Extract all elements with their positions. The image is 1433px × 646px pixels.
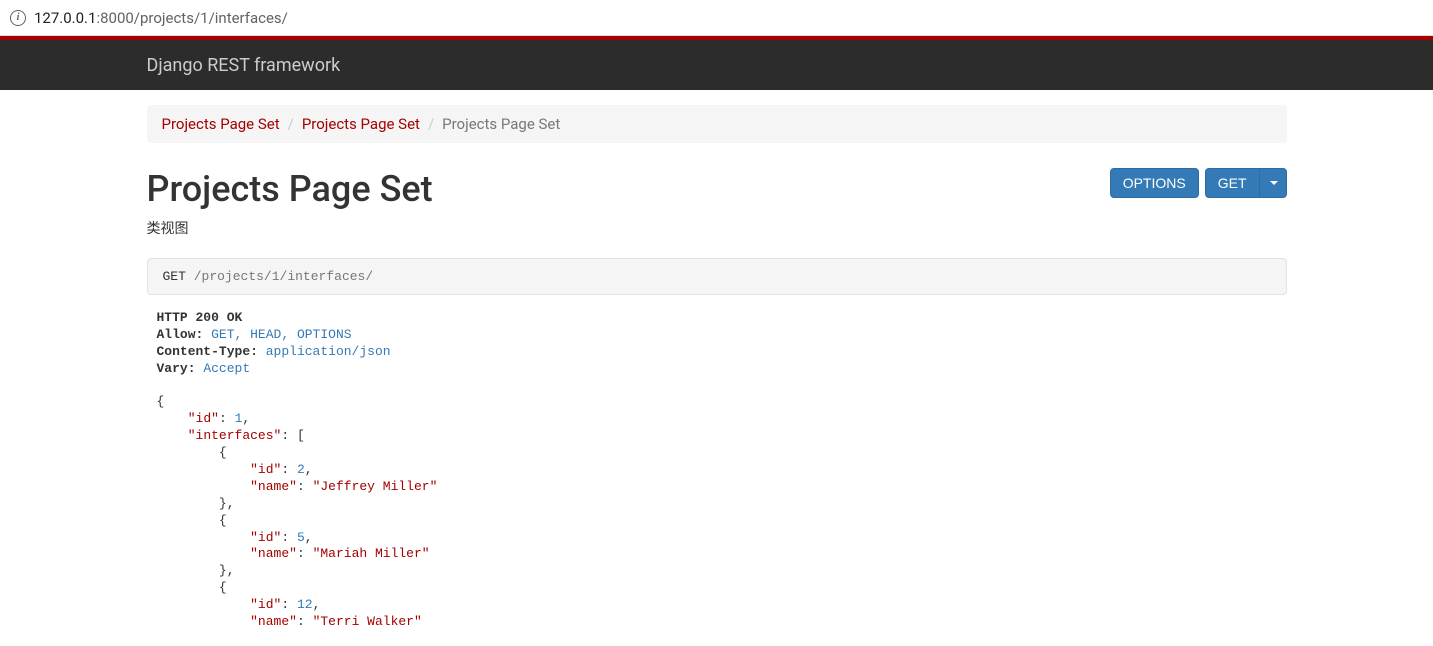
browser-address-bar: i 127.0.0.1:8000/projects/1/interfaces/: [0, 0, 1433, 36]
request-info: GET /projects/1/interfaces/: [147, 258, 1287, 295]
breadcrumb-link-0[interactable]: Projects Page Set: [162, 115, 280, 133]
request-method: GET: [163, 269, 186, 284]
action-buttons: OPTIONS GET: [1110, 168, 1287, 198]
info-icon[interactable]: i: [10, 10, 26, 26]
get-button[interactable]: GET: [1205, 168, 1259, 198]
options-button[interactable]: OPTIONS: [1110, 168, 1199, 198]
url-path: :8000/projects/1/interfaces/: [96, 9, 287, 27]
breadcrumb: Projects Page Set Projects Page Set Proj…: [147, 105, 1287, 143]
get-dropdown-button[interactable]: [1259, 168, 1287, 198]
navbar: Django REST framework: [0, 40, 1433, 90]
page-title: Projects Page Set: [147, 168, 433, 210]
url-display[interactable]: 127.0.0.1:8000/projects/1/interfaces/: [34, 9, 288, 27]
breadcrumb-link-1[interactable]: Projects Page Set: [302, 115, 420, 133]
page-subtitle: 类视图: [147, 218, 433, 238]
request-path: /projects/1/interfaces/: [194, 269, 373, 284]
url-host: 127.0.0.1: [34, 9, 96, 27]
response-info: HTTP 200 OK Allow: GET, HEAD, OPTIONS Co…: [147, 295, 1287, 646]
chevron-down-icon: [1270, 181, 1278, 185]
navbar-brand[interactable]: Django REST framework: [147, 55, 341, 76]
breadcrumb-current: Projects Page Set: [442, 115, 560, 133]
